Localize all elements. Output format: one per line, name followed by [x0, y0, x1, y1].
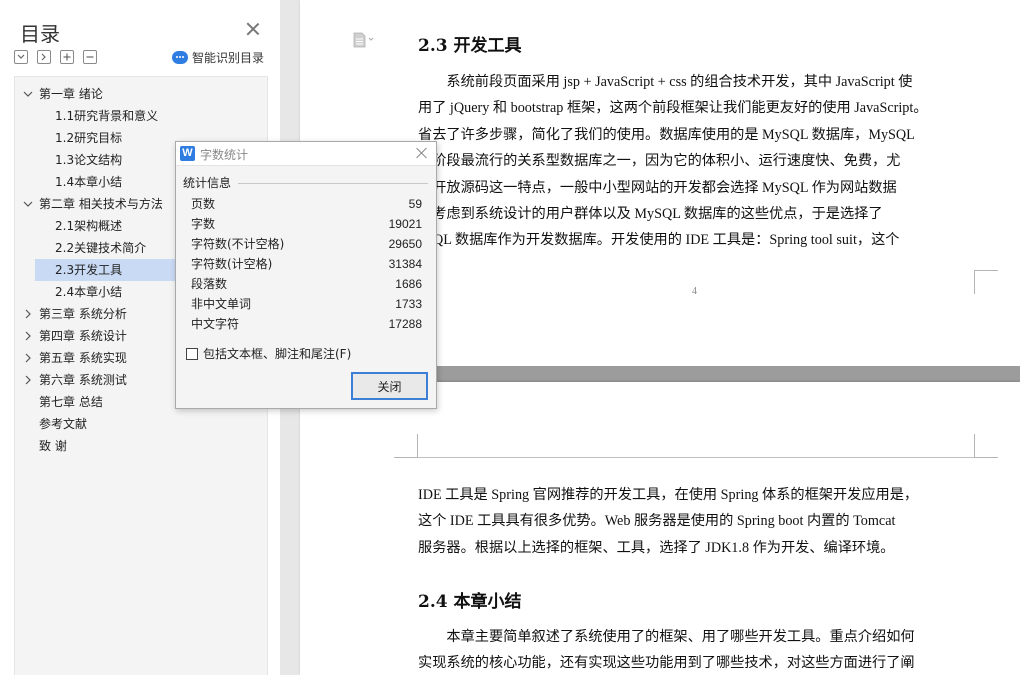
stat-value: 1733 [395, 297, 422, 311]
close-button[interactable]: 关闭 [351, 372, 428, 400]
toc-item[interactable]: 第一章 绪论 [15, 83, 267, 105]
toc-item-label: 第六章 系统测试 [39, 373, 127, 387]
include-textbox-checkbox[interactable]: 包括文本框、脚注和尾注(F) [186, 345, 351, 362]
expand-all-icon[interactable] [14, 50, 28, 64]
text-line: 服务器。根据以上选择的框架、工具，选择了 JDK1.8 作为开发、编译环境。 [418, 539, 895, 556]
toc-item-label: 第五章 系统实现 [39, 351, 127, 365]
stat-row: 字数 19021 [191, 214, 422, 234]
dialog-titlebar[interactable]: W 字数统计 [176, 142, 436, 166]
stat-label: 字符数(计空格) [191, 257, 273, 271]
toc-item-label: 2.4本章小结 [55, 285, 123, 299]
stats-list: 页数 59 字数 19021 字符数(不计空格) 29650 字符数(计空格) 31384 段落… [191, 194, 422, 334]
toc-item[interactable]: 致 谢 [15, 435, 267, 457]
text-line: ySQL 数据库作为开发数据库。开发使用的 IDE 工具是：Spring too… [418, 232, 900, 249]
chevron-down-icon[interactable] [23, 89, 33, 99]
text-line: 。考虑到系统设计的用户群体以及 MySQL 数据库的这些优点，于是选择了 [418, 206, 883, 223]
margin-corner-mark [394, 434, 418, 458]
remove-heading-icon[interactable] [83, 50, 97, 64]
close-icon[interactable] [246, 22, 260, 36]
toc-item-label: 第七章 总结 [39, 395, 103, 409]
toc-item-label: 1.1研究背景和意义 [55, 109, 159, 123]
stat-label: 字数 [191, 217, 216, 231]
smart-toc-button[interactable]: 智能识别目录 [172, 49, 264, 66]
toc-item-label: 第二章 相关技术与方法 [39, 197, 163, 211]
word-count-dialog[interactable]: W 字数统计 统计信息 页数 59 字数 19021 字符数(不计空格) 29650 字符数… [175, 141, 437, 409]
toc-item-label: 1.3论文结构 [55, 153, 123, 167]
toc-item-label: 1.4本章小结 [55, 175, 123, 189]
stat-value: 1686 [395, 277, 422, 291]
body-paragraph[interactable]: 系统前段页面采用 jsp + JavaScript + css 的组合技术开发，… [418, 69, 974, 254]
chat-bubble-icon [172, 51, 188, 64]
chevron-down-icon[interactable] [23, 199, 33, 209]
stat-row: 字符数(不计空格) 29650 [191, 234, 422, 254]
text-line: 系统前段页面采用 jsp + JavaScript + css 的组合技术开发，… [418, 69, 974, 95]
toc-item-label: 第三章 系统分析 [39, 307, 127, 321]
toc-item-label: 致 谢 [39, 439, 67, 453]
stat-value: 17288 [388, 317, 422, 331]
wps-writer-icon: W [180, 146, 195, 161]
group-divider [238, 183, 428, 184]
toc-item-label: 第四章 系统设计 [39, 329, 127, 343]
stat-row: 页数 59 [191, 194, 422, 214]
checkbox-label: 包括文本框、脚注和尾注(F) [203, 347, 352, 361]
header-rule [418, 457, 974, 458]
toc-item-label: 2.3开发工具 [55, 263, 123, 277]
text-line: 本章主要简单叙述了系统使用了的框架、用了哪些开发工具。重点介绍如何 [418, 629, 915, 645]
text-line: 现阶段最流行的关系型数据库之一，因为它的体积小、运行速度快、免费，尤 [418, 153, 901, 170]
stat-label: 页数 [191, 197, 216, 211]
toc-toolbar [14, 50, 97, 64]
stat-row: 中文字符 17288 [191, 314, 422, 334]
chevron-right-icon[interactable] [23, 375, 33, 385]
stat-value: 19021 [388, 217, 422, 231]
chevron-right-icon[interactable] [23, 353, 33, 363]
stat-value: 59 [408, 197, 422, 211]
page-number: 4 [692, 286, 697, 297]
toc-item-label: 第一章 绪论 [39, 87, 103, 101]
toc-item[interactable]: 1.1研究背景和意义 [15, 105, 267, 127]
body-paragraph[interactable]: 本章主要简单叙述了系统使用了的框架、用了哪些开发工具。重点介绍如何 实现系统的核… [418, 624, 974, 675]
stat-row: 段落数 1686 [191, 274, 422, 294]
stat-row: 非中文单词 1733 [191, 294, 422, 314]
smart-toc-label: 智能识别目录 [192, 51, 265, 65]
margin-corner-mark [974, 434, 998, 458]
body-paragraph[interactable]: IDE 工具是 Spring 官网推荐的开发工具，在使用 Spring 体系的框… [418, 482, 974, 561]
text-line: 是开放源码这一特点，一般中小型网站的开发都会选择 MySQL 作为网站数据 [418, 179, 897, 196]
toc-item[interactable]: 2.3开发工具 [35, 259, 183, 281]
close-icon[interactable] [416, 147, 428, 159]
document-page[interactable]: IDE 工具是 Spring 官网推荐的开发工具，在使用 Spring 体系的框… [300, 382, 1020, 675]
toc-item-label: 参考文献 [39, 417, 88, 431]
text-line-content: 系统前段页面采用 jsp + JavaScript + css 的组合技术开发，… [418, 74, 913, 90]
stat-label: 段落数 [191, 277, 228, 291]
text-line: IDE 工具是 Spring 官网推荐的开发工具，在使用 Spring 体系的框… [418, 487, 919, 503]
stat-label: 中文字符 [191, 317, 240, 331]
group-label: 统计信息 [183, 174, 236, 191]
text-line: 这个 IDE 工具具有很多优势。Web 服务器是使用的 Spring boot … [418, 513, 896, 530]
stat-value: 31384 [388, 257, 422, 271]
margin-corner-mark [974, 270, 998, 294]
toc-item-label: 1.2研究目标 [55, 131, 123, 145]
stat-label: 字符数(不计空格) [191, 237, 285, 251]
chevron-right-icon[interactable] [23, 331, 33, 341]
section-heading: 2.4 本章小结 [418, 592, 522, 612]
checkbox-box[interactable] [186, 347, 198, 360]
toc-title: 目录 [20, 22, 60, 46]
stat-label: 非中文单词 [191, 297, 252, 311]
stat-value: 29650 [388, 237, 422, 251]
toc-item[interactable]: 参考文献 [15, 413, 267, 435]
document-icon[interactable] [352, 32, 376, 48]
text-line: 用了 jQuery 和 bootstrap 框架，这两个前段框架让我们能更友好的… [418, 100, 928, 117]
toc-item-label: 2.1架构概述 [55, 219, 123, 233]
section-heading: 2.3 开发工具 [418, 36, 522, 56]
text-line: 实现系统的核心功能，还有实现这些功能用到了哪些技术，对这些方面进行了阐 [418, 655, 915, 672]
dialog-title: 字数统计 [200, 148, 249, 162]
toc-item-label: 2.2关键技术简介 [55, 241, 147, 255]
stat-row: 字符数(计空格) 31384 [191, 254, 422, 274]
chevron-right-icon[interactable] [23, 309, 33, 319]
add-heading-icon[interactable] [60, 50, 74, 64]
collapse-all-icon[interactable] [37, 50, 51, 64]
text-line: 省去了许多步骤，简化了我们的使用。数据库使用的是 MySQL 数据库，MySQL [418, 126, 915, 143]
